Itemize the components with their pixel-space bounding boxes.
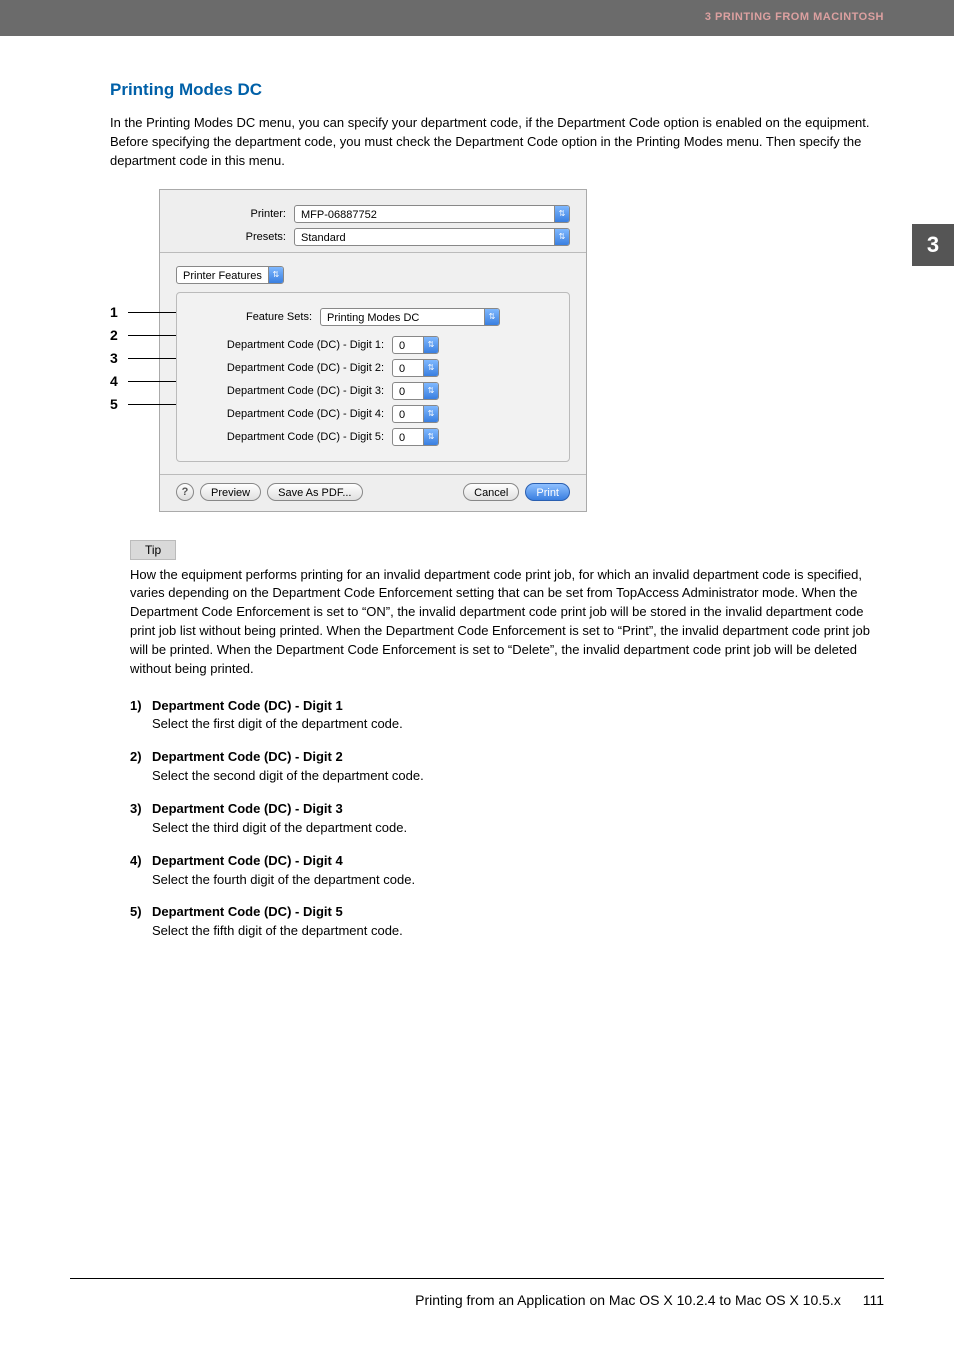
printer-select[interactable]: MFP-06887752 ⇅ (294, 205, 570, 223)
panel-select[interactable]: Printer Features ⇅ (176, 266, 284, 284)
page-number: 111 (863, 1292, 884, 1308)
chevron-updown-icon: ⇅ (423, 360, 438, 376)
page-content: Printing Modes DC In the Printing Modes … (110, 80, 884, 955)
digit-1-select[interactable]: 0⇅ (392, 336, 439, 354)
list-item: 5)Department Code (DC) - Digit 5Select t… (130, 903, 884, 941)
chevron-updown-icon: ⇅ (554, 206, 569, 222)
list-item: 4)Department Code (DC) - Digit 4Select t… (130, 852, 884, 890)
digit-2-value: 0 (393, 360, 423, 376)
help-button[interactable]: ? (176, 483, 194, 501)
item-title: Department Code (DC) - Digit 3 (152, 800, 407, 819)
item-desc: Select the third digit of the department… (152, 819, 407, 838)
item-desc: Select the first digit of the department… (152, 715, 403, 734)
digit-4-value: 0 (393, 406, 423, 422)
presets-value: Standard (295, 229, 554, 245)
printer-value: MFP-06887752 (295, 206, 554, 222)
digit-5-value: 0 (393, 429, 423, 445)
presets-select[interactable]: Standard ⇅ (294, 228, 570, 246)
digit-5-select[interactable]: 0⇅ (392, 428, 439, 446)
preview-button[interactable]: Preview (200, 483, 261, 501)
panel-select-value: Printer Features (177, 267, 268, 283)
digit-1-label: Department Code (DC) - Digit 1: (189, 339, 384, 351)
digit-5-label: Department Code (DC) - Digit 5: (189, 431, 384, 443)
item-title: Department Code (DC) - Digit 1 (152, 697, 403, 716)
digit-2-label: Department Code (DC) - Digit 2: (189, 362, 384, 374)
chevron-updown-icon: ⇅ (423, 383, 438, 399)
chapter-title: 3 PRINTING FROM MACINTOSH (705, 11, 884, 23)
definition-list: 1)Department Code (DC) - Digit 1Select t… (130, 697, 884, 941)
section-intro: In the Printing Modes DC menu, you can s… (110, 114, 884, 171)
header-band: 3 PRINTING FROM MACINTOSH (0, 0, 954, 36)
chevron-updown-icon: ⇅ (268, 267, 283, 283)
digit-2-select[interactable]: 0⇅ (392, 359, 439, 377)
item-num: 3) (130, 800, 152, 838)
list-item: 1)Department Code (DC) - Digit 1Select t… (130, 697, 884, 735)
item-title: Department Code (DC) - Digit 4 (152, 852, 415, 871)
feature-group: Feature Sets: Printing Modes DC ⇅ Depart… (176, 292, 570, 462)
section-heading: Printing Modes DC (110, 80, 884, 100)
chevron-updown-icon: ⇅ (423, 337, 438, 353)
figure: 1 2 3 4 5 Printer: MFP-06887752 ⇅ Preset… (110, 189, 884, 512)
chevron-updown-icon: ⇅ (554, 229, 569, 245)
footer-title: Printing from an Application on Mac OS X… (415, 1292, 841, 1308)
item-desc: Select the second digit of the departmen… (152, 767, 424, 786)
list-item: 3)Department Code (DC) - Digit 3Select t… (130, 800, 884, 838)
digit-1-value: 0 (393, 337, 423, 353)
digit-3-select[interactable]: 0⇅ (392, 382, 439, 400)
item-num: 4) (130, 852, 152, 890)
features-panel: Printer Features ⇅ Feature Sets: Printin… (160, 252, 586, 475)
callout-3: 3 (110, 347, 118, 370)
save-pdf-button[interactable]: Save As PDF... (267, 483, 362, 501)
presets-label: Presets: (176, 231, 286, 243)
callout-2: 2 (110, 324, 118, 347)
list-item: 2)Department Code (DC) - Digit 2Select t… (130, 748, 884, 786)
digit-4-select[interactable]: 0⇅ (392, 405, 439, 423)
tip-label: Tip (130, 540, 176, 560)
print-button[interactable]: Print (525, 483, 570, 501)
chevron-updown-icon: ⇅ (423, 429, 438, 445)
chevron-updown-icon: ⇅ (423, 406, 438, 422)
footer: Printing from an Application on Mac OS X… (415, 1292, 884, 1308)
print-dialog: Printer: MFP-06887752 ⇅ Presets: Standar… (159, 189, 587, 512)
chevron-updown-icon: ⇅ (484, 309, 499, 325)
digit-3-value: 0 (393, 383, 423, 399)
feature-sets-label: Feature Sets: (246, 311, 312, 323)
callout-1: 1 (110, 301, 118, 324)
item-desc: Select the fourth digit of the departmen… (152, 871, 415, 890)
item-title: Department Code (DC) - Digit 5 (152, 903, 403, 922)
item-num: 5) (130, 903, 152, 941)
item-title: Department Code (DC) - Digit 2 (152, 748, 424, 767)
printer-label: Printer: (176, 208, 286, 220)
feature-sets-value: Printing Modes DC (321, 309, 484, 325)
callout-numbers: 1 2 3 4 5 (110, 301, 118, 416)
digit-3-label: Department Code (DC) - Digit 3: (189, 385, 384, 397)
callout-5: 5 (110, 393, 118, 416)
digit-4-label: Department Code (DC) - Digit 4: (189, 408, 384, 420)
dialog-buttons: ? Preview Save As PDF... Cancel Print (176, 483, 570, 501)
item-desc: Select the fifth digit of the department… (152, 922, 403, 941)
tip-body: How the equipment performs printing for … (130, 566, 884, 679)
chapter-tab: 3 (912, 224, 954, 266)
callout-4: 4 (110, 370, 118, 393)
item-num: 2) (130, 748, 152, 786)
footer-rule (70, 1278, 884, 1279)
feature-sets-select[interactable]: Printing Modes DC ⇅ (320, 308, 500, 326)
cancel-button[interactable]: Cancel (463, 483, 519, 501)
item-num: 1) (130, 697, 152, 735)
